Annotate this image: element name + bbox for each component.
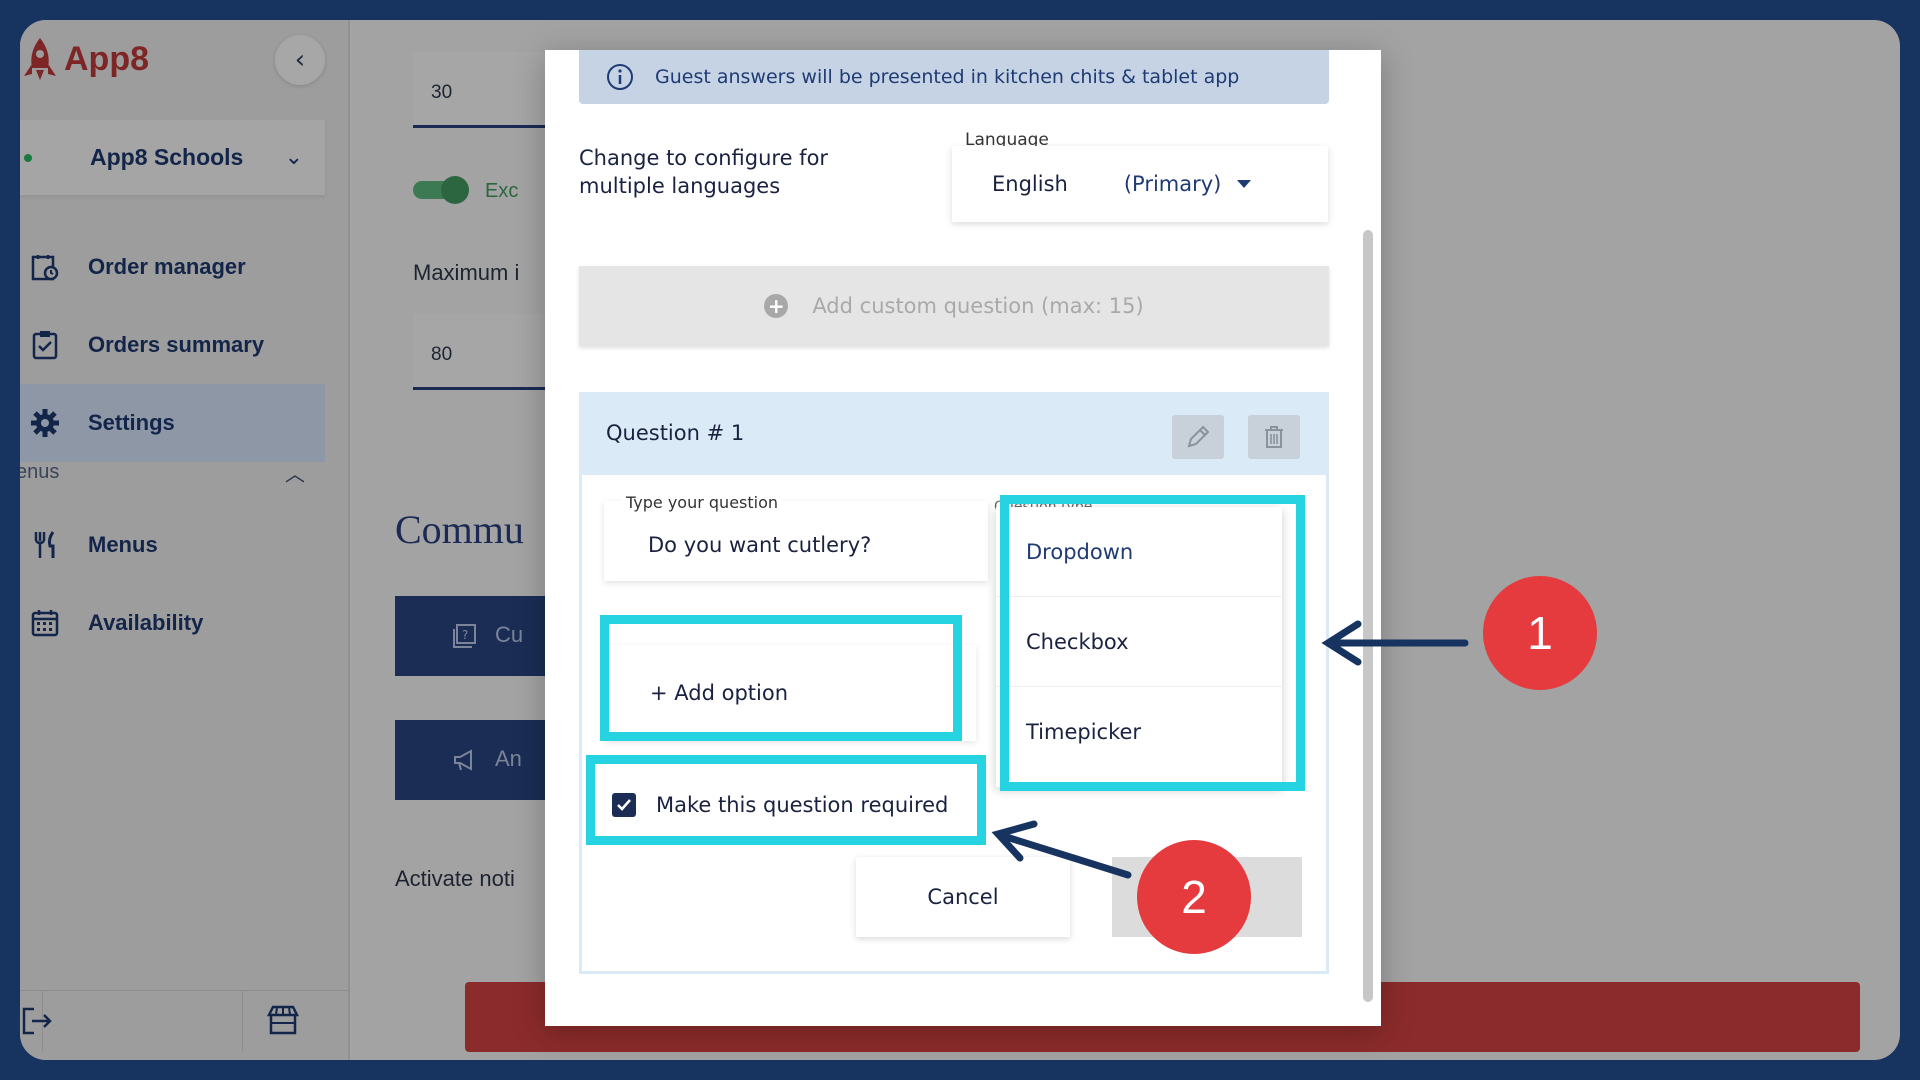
question-type-menu: Dropdown Checkbox Timepicker (996, 507, 1282, 787)
plus-circle-icon: + (764, 294, 789, 318)
logout-icon[interactable] (20, 1003, 60, 1039)
app-logo: App8 (20, 34, 149, 84)
button-label: Cu (495, 622, 524, 647)
modal-scrollbar[interactable] (1363, 230, 1373, 1002)
organization-name: App8 Schools (90, 144, 244, 170)
rocket-logo-icon (20, 34, 60, 84)
maximum-label: Maximum i (413, 260, 520, 285)
field-value: 80 (431, 344, 453, 365)
question-title: Question # 1 (606, 421, 745, 445)
sidebar-item-label: Menus (88, 532, 158, 557)
add-question-label: Add custom question (max: 15) (812, 294, 1144, 318)
divider (242, 991, 243, 1051)
section-title: Commu (395, 507, 524, 552)
option-timepicker[interactable]: Timepicker (996, 687, 1282, 777)
language-value: English (992, 172, 1068, 196)
organization-selector[interactable]: App8 Schools ⌄ (20, 120, 325, 195)
calendar-icon (28, 606, 62, 640)
section-label: enus (20, 460, 60, 483)
collapse-sidebar-button[interactable]: ‹ (275, 35, 325, 85)
sidebar-item-orders-summary[interactable]: Orders summary (20, 306, 325, 384)
option-label: Dropdown (1026, 539, 1134, 564)
sidebar: App8 ‹ App8 Schools ⌄ Order manager Orde… (20, 20, 350, 1060)
clipboard-check-icon (28, 328, 62, 362)
trash-icon (1265, 426, 1283, 448)
caret-down-icon (1237, 180, 1252, 188)
pencil-icon (1187, 425, 1210, 448)
announcements-button[interactable]: An (395, 720, 545, 800)
sidebar-item-label: Orders summary (88, 332, 265, 357)
option-checkbox[interactable]: Checkbox (996, 597, 1282, 687)
sidebar-item-label: Availability (88, 610, 204, 635)
question-input-label: Type your question (622, 493, 783, 512)
field-value: 30 (431, 82, 453, 103)
question-header: Question # 1 (582, 395, 1326, 475)
option-label: Checkbox (1026, 629, 1129, 654)
add-custom-question-button[interactable]: + Add custom question (max: 15) (579, 266, 1329, 346)
custom-question-modal: Guest answers will be presented in kitch… (545, 50, 1381, 1026)
sidebar-item-label: Order manager (88, 254, 246, 279)
checkmark-icon (617, 799, 631, 811)
sidebar-item-menus[interactable]: Menus (20, 506, 325, 584)
chevron-left-icon: ‹ (294, 45, 306, 75)
info-banner: Guest answers will be presented in kitch… (579, 50, 1329, 104)
required-checkbox-row[interactable]: Make this question required (604, 775, 948, 835)
sidebar-footer (20, 990, 350, 1051)
toggle-knob (441, 176, 469, 204)
chevron-up-icon: ︿ (285, 461, 305, 486)
add-option-button[interactable]: + Add option (606, 645, 976, 741)
screenshot-frame: App8 ‹ App8 Schools ⌄ Order manager Orde… (0, 0, 1920, 1080)
custom-questions-button[interactable]: ? Cu (395, 596, 545, 676)
toggle-switch[interactable] (413, 176, 469, 204)
configure-languages-label: Change to configure for multiple languag… (579, 146, 829, 198)
sidebar-section-menus[interactable]: enus ︿ (20, 452, 325, 492)
cancel-button[interactable]: Cancel (856, 857, 1070, 937)
language-primary-tag: (Primary) (1123, 172, 1222, 196)
button-label: An (495, 746, 522, 771)
language-dropdown[interactable]: English (Primary) (952, 146, 1328, 222)
megaphone-icon (454, 749, 472, 771)
sidebar-item-settings[interactable]: Settings (20, 384, 325, 462)
step-badge-1: 1 (1483, 576, 1597, 690)
sidebar-item-label: Settings (88, 410, 175, 435)
gear-icon (28, 406, 62, 440)
info-text: Guest answers will be presented in kitch… (655, 66, 1240, 88)
chevron-down-icon: ⌄ (284, 145, 303, 170)
activate-notifications-label: Activate noti (395, 866, 515, 891)
required-checkbox[interactable] (612, 793, 636, 817)
required-label: Make this question required (656, 793, 949, 817)
info-icon (607, 64, 633, 90)
step-badge-2: 2 (1137, 840, 1251, 954)
question-input-value: Do you want cutlery? (648, 533, 872, 557)
toggle-label: Exc (485, 180, 519, 202)
option-label: Timepicker (1026, 720, 1142, 744)
sidebar-item-availability[interactable]: Availability (20, 584, 325, 662)
add-option-label: + Add option (650, 681, 789, 705)
sidebar-item-order-manager[interactable]: Order manager (20, 228, 325, 306)
delete-question-button[interactable] (1248, 415, 1300, 459)
edit-question-button[interactable] (1172, 415, 1224, 459)
utensils-icon (28, 528, 62, 562)
option-dropdown[interactable]: Dropdown (996, 507, 1282, 597)
order-manager-icon (28, 250, 62, 284)
status-dot (24, 153, 32, 162)
question-text-input[interactable]: Type your question Do you want cutlery? (604, 493, 988, 581)
app-name: App8 (64, 39, 149, 78)
question-card-icon: ? (453, 624, 476, 648)
store-icon[interactable] (265, 1003, 301, 1039)
svg-text:?: ? (462, 628, 468, 642)
